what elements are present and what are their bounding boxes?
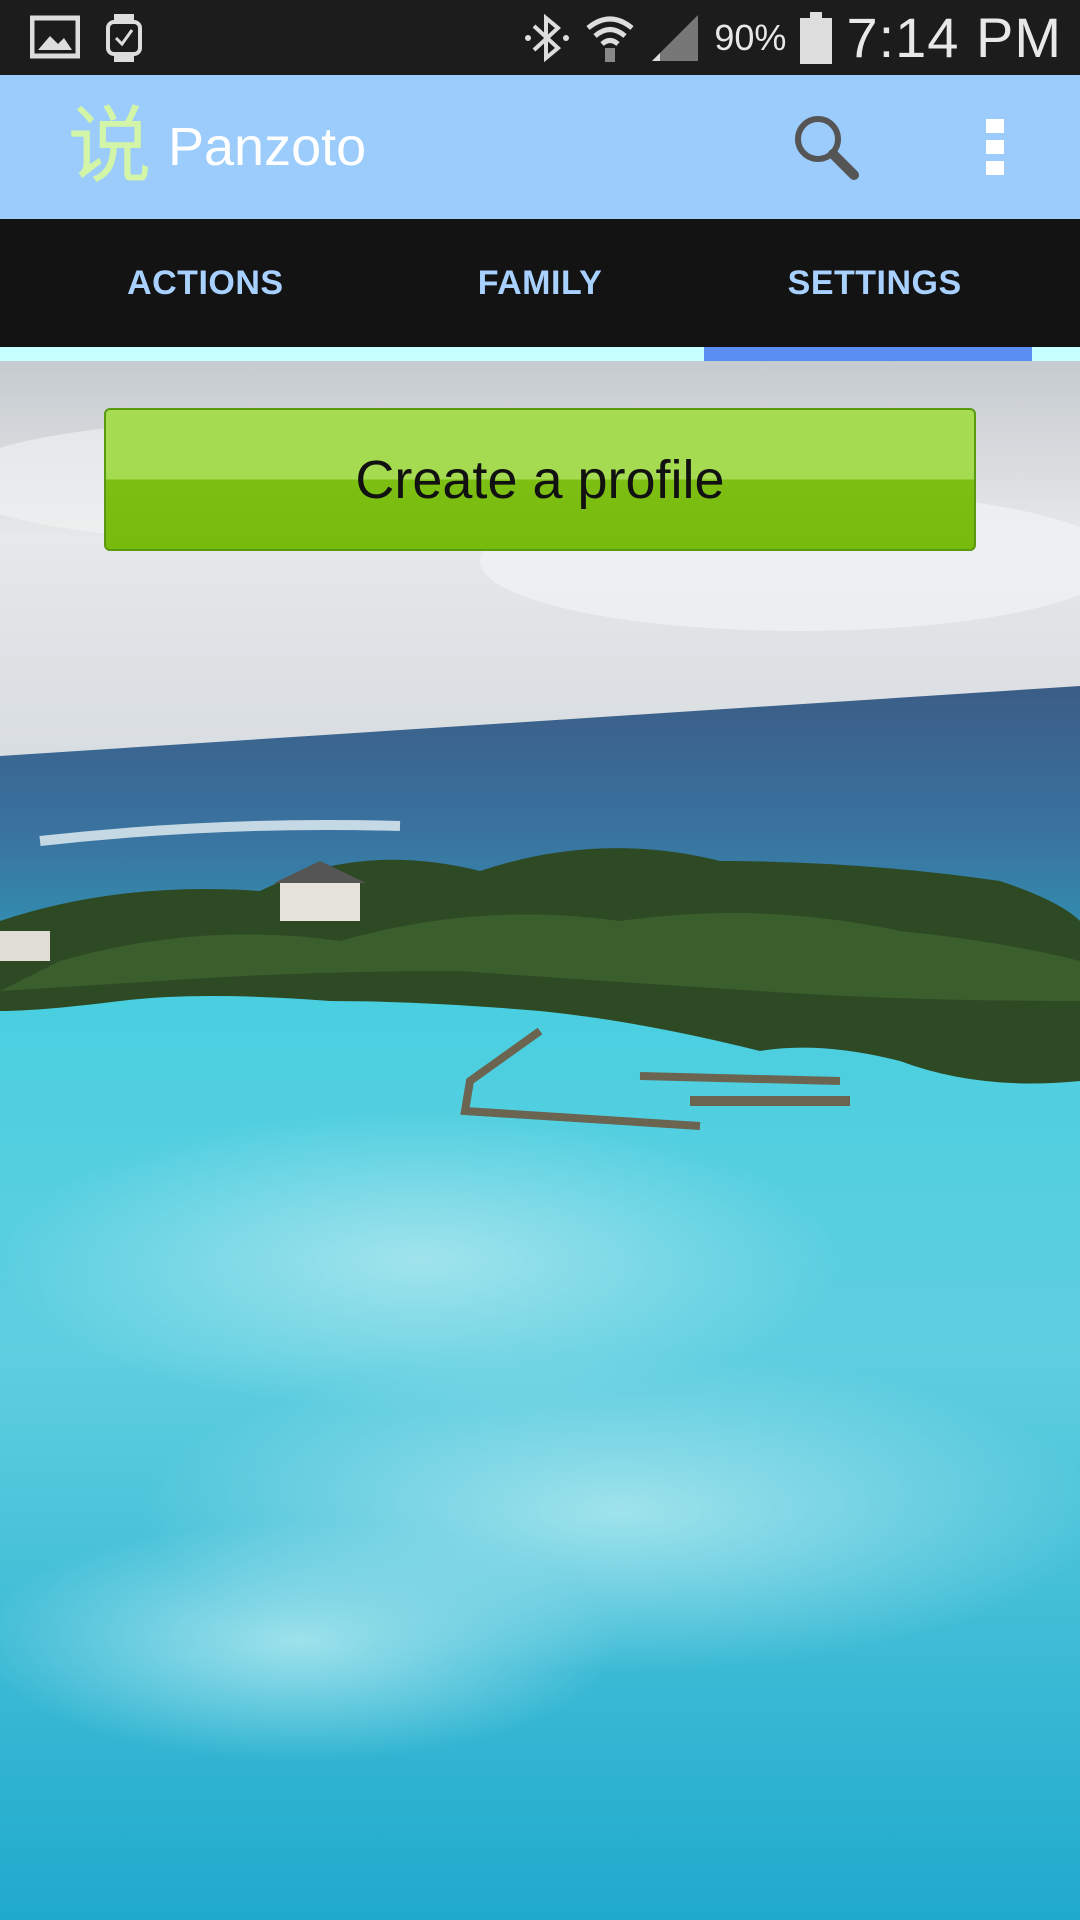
search-icon[interactable]	[790, 111, 862, 183]
create-profile-button[interactable]: Create a profile	[104, 408, 976, 551]
app-logo: 说	[67, 97, 152, 195]
clock: 7:14 PM	[846, 6, 1062, 69]
signal-icon	[652, 14, 699, 61]
background-image	[0, 361, 1080, 1920]
tab-family[interactable]: FAMILY	[373, 219, 708, 347]
watch-icon	[106, 14, 142, 62]
tab-selected-indicator	[704, 347, 1032, 361]
status-right: 90% 7:14 PM	[524, 0, 1062, 75]
tab-settings[interactable]: SETTINGS	[707, 219, 1042, 347]
battery-percent: 90%	[714, 16, 787, 58]
wifi-icon	[586, 16, 634, 62]
action-bar: 说 Panzoto	[0, 75, 1080, 219]
tab-bar: ACTIONS FAMILY SETTINGS	[0, 219, 1080, 347]
battery-icon	[800, 11, 833, 64]
screen: 90% 7:14 PM 说 Panzoto ACTIONS FAMILY SET…	[0, 0, 1080, 1920]
overflow-menu-icon[interactable]	[980, 115, 1012, 179]
bluetooth-icon	[525, 13, 570, 62]
app-title: Panzoto	[168, 117, 367, 177]
status-bar: 90% 7:14 PM	[0, 0, 1080, 75]
tab-actions[interactable]: ACTIONS	[38, 219, 373, 347]
gallery-icon	[30, 15, 80, 59]
